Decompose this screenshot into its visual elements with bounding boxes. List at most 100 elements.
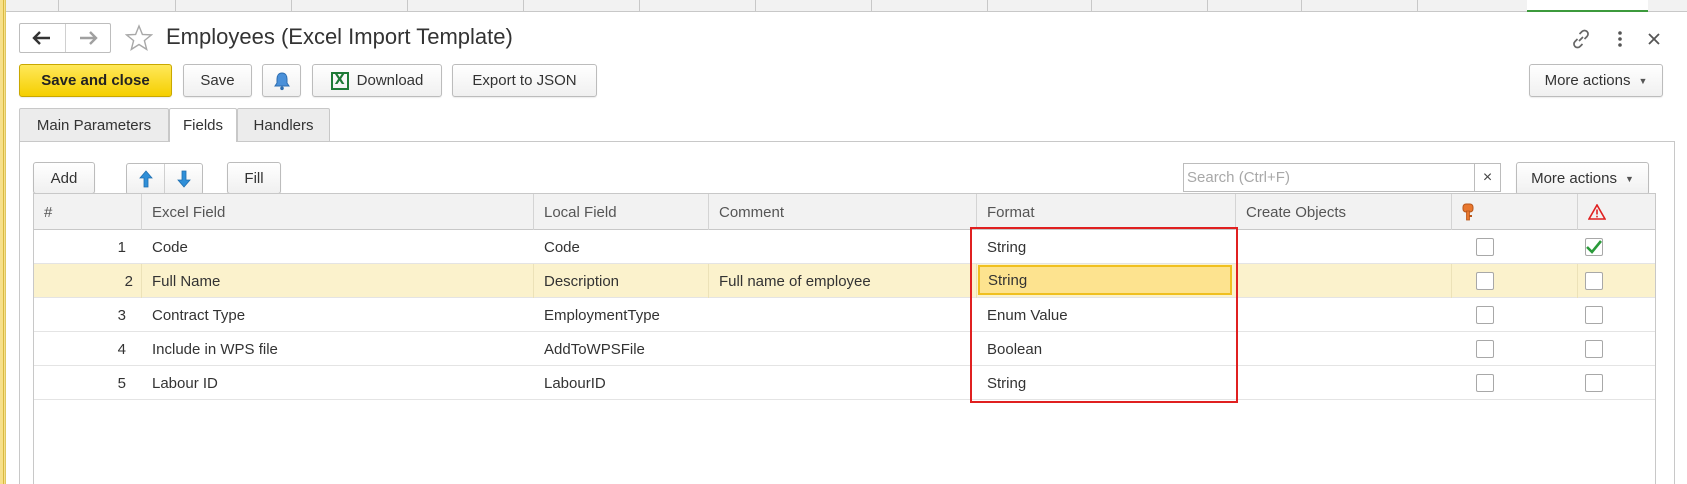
column-header-comment[interactable]: Comment: [709, 194, 977, 230]
create-objects-cell[interactable]: [1236, 366, 1452, 400]
tab-separator: [58, 0, 59, 12]
tab-separator: [1091, 0, 1092, 12]
format-cell[interactable]: String: [977, 366, 1236, 400]
tab-separator: [1207, 0, 1208, 12]
fill-label: Fill: [244, 169, 264, 187]
comment-cell[interactable]: [709, 298, 977, 332]
required-cell: [1578, 230, 1657, 264]
add-button[interactable]: Add: [33, 162, 95, 194]
comment-cell[interactable]: [709, 366, 977, 400]
move-down-button[interactable]: [164, 164, 202, 194]
column-header-number[interactable]: #: [34, 194, 142, 230]
row-number: 2: [34, 264, 142, 298]
table-row[interactable]: 4 Include in WPS file AddToWPSFile Boole…: [34, 332, 1655, 366]
move-buttons: [126, 163, 203, 195]
comment-cell[interactable]: [709, 230, 977, 264]
save-button[interactable]: Save: [183, 64, 252, 97]
excel-field-cell[interactable]: Labour ID: [142, 366, 534, 400]
column-header-required[interactable]: [1578, 194, 1657, 230]
format-cell[interactable]: Boolean: [977, 332, 1236, 366]
excel-field-cell[interactable]: Full Name: [142, 264, 534, 298]
column-header-key[interactable]: [1452, 194, 1578, 230]
excel-field-cell[interactable]: Include in WPS file: [142, 332, 534, 366]
tab-fields[interactable]: Fields: [169, 108, 237, 142]
column-header-excel-field[interactable]: Excel Field: [142, 194, 534, 230]
format-cell[interactable]: Enum Value: [977, 298, 1236, 332]
create-objects-cell[interactable]: [1236, 332, 1452, 366]
required-checkbox[interactable]: [1584, 238, 1603, 256]
window-tab-active[interactable]: [1527, 0, 1648, 12]
row-number: 5: [117, 374, 126, 392]
format-cell-focused[interactable]: String: [978, 265, 1232, 295]
tab-separator: [1417, 0, 1418, 12]
tab-handlers[interactable]: Handlers: [237, 108, 330, 141]
local-field-cell[interactable]: Description: [534, 264, 709, 298]
download-button[interactable]: X Download: [312, 64, 442, 97]
tab-separator: [755, 0, 756, 12]
back-button[interactable]: [20, 24, 65, 52]
link-icon[interactable]: [1566, 26, 1596, 52]
save-and-close-button[interactable]: Save and close: [19, 64, 172, 97]
excel-field-cell[interactable]: Contract Type: [142, 298, 534, 332]
tab-separator: [639, 0, 640, 12]
local-field-cell[interactable]: Code: [534, 230, 709, 264]
window-tab-strip: [0, 0, 1687, 12]
column-header-format[interactable]: Format: [977, 194, 1236, 230]
search-field[interactable]: ×: [1183, 163, 1501, 192]
column-header-local-field[interactable]: Local Field: [534, 194, 709, 230]
required-checkbox[interactable]: [1584, 374, 1603, 392]
table-row[interactable]: 1 Code Code String: [34, 230, 1655, 264]
format-cell[interactable]: String: [977, 230, 1236, 264]
key-checkbox[interactable]: [1476, 306, 1494, 324]
table-row-selected[interactable]: 2 Full Name Description Full name of emp…: [34, 264, 1655, 298]
more-actions-label: More actions: [1544, 72, 1631, 89]
required-checkbox[interactable]: [1584, 306, 1603, 324]
required-checkbox[interactable]: [1584, 340, 1603, 358]
tab-separator: [291, 0, 292, 12]
search-input[interactable]: [1184, 164, 1474, 191]
close-icon[interactable]: [1642, 26, 1666, 52]
create-objects-cell[interactable]: [1236, 264, 1452, 298]
favorite-star-icon[interactable]: [123, 23, 155, 53]
clear-search-button[interactable]: ×: [1474, 164, 1500, 191]
move-up-button[interactable]: [127, 164, 164, 194]
add-label: Add: [50, 169, 78, 187]
table-row[interactable]: 5 Labour ID LabourID String: [34, 366, 1655, 400]
key-checkbox[interactable]: [1476, 374, 1494, 392]
key-checkbox[interactable]: [1476, 238, 1494, 256]
column-header-create-objects[interactable]: Create Objects: [1236, 194, 1452, 230]
key-checkbox[interactable]: [1476, 340, 1494, 358]
tab-main-parameters[interactable]: Main Parameters: [19, 108, 169, 141]
create-objects-cell[interactable]: [1236, 230, 1452, 264]
save-label: Save: [200, 72, 235, 89]
more-actions-label: More actions: [1531, 170, 1617, 187]
key-checkbox[interactable]: [1475, 272, 1494, 290]
more-vertical-icon[interactable]: [1610, 26, 1630, 52]
create-objects-cell[interactable]: [1236, 298, 1452, 332]
required-cell: [1578, 264, 1657, 298]
local-field-cell[interactable]: AddToWPSFile: [534, 332, 709, 366]
excel-field-cell[interactable]: Code: [142, 230, 534, 264]
key-icon: [1462, 203, 1474, 221]
tab-separator: [871, 0, 872, 12]
comment-cell[interactable]: [709, 332, 977, 366]
export-json-button[interactable]: Export to JSON: [452, 64, 597, 97]
tab-separator: [987, 0, 988, 12]
key-cell: [1452, 366, 1578, 400]
local-field-cell[interactable]: EmploymentType: [534, 298, 709, 332]
row-number: 1: [117, 238, 126, 256]
fields-more-actions-button[interactable]: More actions ▼: [1516, 162, 1649, 195]
export-json-label: Export to JSON: [472, 72, 577, 89]
comment-cell[interactable]: Full name of employee: [709, 264, 977, 298]
forward-button[interactable]: [64, 24, 111, 52]
key-cell: [1452, 298, 1578, 332]
notification-button[interactable]: [262, 64, 301, 97]
fill-button[interactable]: Fill: [227, 162, 281, 194]
local-field-cell[interactable]: LabourID: [534, 366, 709, 400]
more-actions-button[interactable]: More actions ▼: [1529, 64, 1663, 97]
row-number: 3: [117, 306, 126, 324]
tab-label: Main Parameters: [36, 116, 152, 134]
table-row[interactable]: 3 Contract Type EmploymentType Enum Valu…: [34, 298, 1655, 332]
required-checkbox[interactable]: [1584, 272, 1603, 290]
tab-separator: [175, 0, 176, 12]
